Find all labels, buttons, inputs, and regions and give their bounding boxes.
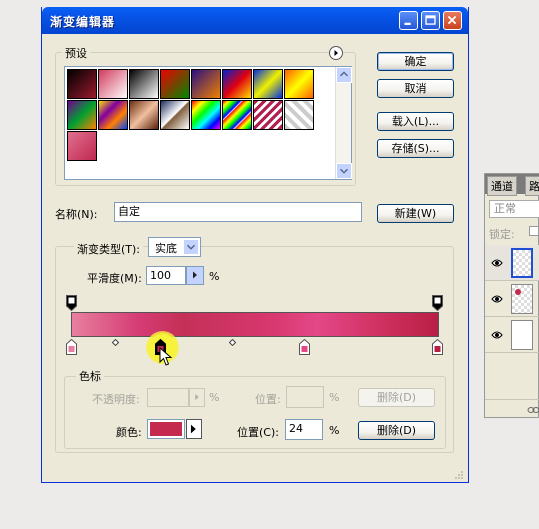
color-position-label: 位置(C):: [237, 426, 279, 439]
layer-thumbnail: [511, 320, 533, 350]
smoothness-slider-button[interactable]: [186, 266, 204, 285]
layers-panel: 通道 路 正常 锁定:: [484, 173, 539, 418]
opacity-position-label: 位置:: [255, 393, 281, 406]
arrow-right-icon: [193, 271, 197, 279]
preset-swatch-spectrum[interactable]: [191, 100, 221, 130]
title-bar[interactable]: 渐变编辑器: [42, 7, 468, 34]
maximize-icon: [425, 15, 436, 25]
layer-row-3[interactable]: [485, 317, 539, 353]
opacity-input[interactable]: [147, 388, 189, 407]
scroll-up-button[interactable]: [336, 67, 352, 83]
name-field[interactable]: 自定: [114, 202, 362, 222]
preset-swatch-transparent-rainbow[interactable]: [222, 100, 252, 130]
presets-label: 预设: [62, 45, 90, 61]
mouse-cursor-icon: [159, 347, 173, 366]
opacity-percent: %: [209, 391, 220, 404]
color-position-input[interactable]: 24: [285, 419, 323, 440]
layer-row-1[interactable]: [485, 245, 539, 281]
preset-swatch-red-green[interactable]: [160, 69, 190, 99]
color-stop-4[interactable]: [432, 339, 443, 355]
arrow-right-icon: [190, 424, 196, 434]
preset-swatch-neutral-density[interactable]: [284, 100, 314, 130]
ok-button[interactable]: 确定: [377, 52, 454, 71]
close-icon: [447, 15, 457, 25]
dropdown-button[interactable]: [183, 239, 199, 255]
preset-swatch-violet-orange[interactable]: [191, 69, 221, 99]
eye-icon[interactable]: [491, 258, 503, 268]
opacity-slider-button[interactable]: [189, 388, 205, 407]
presets-menu-button[interactable]: [329, 46, 343, 60]
preset-swatch-transparent-stripes[interactable]: [253, 100, 283, 130]
preset-swatches: [64, 66, 352, 180]
gradient-type-value: 实底: [155, 242, 177, 255]
preset-swatch-orange-yellow-orange[interactable]: [284, 69, 314, 99]
save-button[interactable]: 存储(S)...: [377, 139, 454, 158]
color-midpoint-2[interactable]: [229, 339, 236, 346]
scroll-down-button[interactable]: [336, 163, 352, 179]
new-button[interactable]: 新建(W): [377, 204, 454, 223]
preset-swatch-chrome[interactable]: [160, 100, 190, 130]
eye-icon[interactable]: [491, 330, 503, 340]
close-button[interactable]: [443, 11, 462, 30]
color-label: 颜色:: [116, 426, 142, 439]
layer-thumb-dot: [515, 289, 521, 295]
opacity-position-percent: %: [329, 391, 340, 404]
blend-mode-select[interactable]: 正常: [489, 200, 539, 218]
tab-paths[interactable]: 路: [525, 176, 539, 196]
minimize-button[interactable]: [399, 11, 418, 30]
chevron-up-icon: [340, 71, 348, 77]
gradient-bar[interactable]: [71, 312, 439, 337]
eye-icon[interactable]: [491, 294, 503, 304]
lock-label: 锁定:: [489, 228, 515, 241]
link-icon[interactable]: [527, 405, 539, 415]
load-button[interactable]: 载入(L)...: [377, 112, 454, 131]
presets-scrollbar[interactable]: [335, 67, 352, 179]
layer-thumbnail: [511, 248, 533, 278]
delete-color-stop-button[interactable]: 删除(D): [358, 421, 435, 440]
chevron-down-icon: [187, 244, 195, 250]
preset-swatch-fg-transparent[interactable]: [98, 69, 128, 99]
color-swatch[interactable]: [147, 419, 185, 439]
gradient-type-select[interactable]: 实底: [148, 237, 201, 257]
layer-thumbnail: [511, 284, 533, 314]
gradient-type-label: 渐变类型(T):: [74, 241, 144, 257]
color-stop-1[interactable]: [66, 339, 77, 355]
color-position-percent: %: [329, 424, 340, 437]
color-stop-label: 色标: [76, 368, 104, 384]
preset-swatch-custom-pink[interactable]: [67, 131, 97, 161]
color-midpoint-1[interactable]: [112, 339, 119, 346]
name-label: 名称(N):: [55, 208, 98, 221]
preset-swatch-black-white[interactable]: [129, 69, 159, 99]
opacity-stop-left[interactable]: [66, 295, 77, 311]
resize-grip-icon[interactable]: [452, 468, 464, 480]
smoothness-input[interactable]: 100: [146, 266, 186, 285]
opacity-label: 不透明度:: [92, 393, 140, 406]
arrow-right-icon: [334, 50, 338, 56]
maximize-button[interactable]: [421, 11, 440, 30]
opacity-position-input[interactable]: [286, 386, 324, 408]
window-title: 渐变编辑器: [50, 15, 116, 29]
panel-tabs: 通道 路: [485, 174, 539, 196]
lock-transparency-checkbox[interactable]: [529, 226, 539, 236]
preset-swatch-yellow-violet-orange-blue[interactable]: [98, 100, 128, 130]
opacity-stop-right[interactable]: [432, 295, 443, 311]
chevron-down-icon: [340, 168, 348, 174]
preset-swatch-blue-red-yellow[interactable]: [222, 69, 252, 99]
minimize-icon: [404, 22, 411, 25]
preset-swatch-copper[interactable]: [129, 100, 159, 130]
tab-channels[interactable]: 通道: [487, 176, 517, 196]
smoothness-label: 平滑度(M):: [87, 272, 142, 285]
delete-opacity-stop-button[interactable]: 删除(D): [358, 388, 435, 407]
cancel-button[interactable]: 取消: [377, 79, 454, 98]
smoothness-percent: %: [209, 270, 220, 283]
color-stop-3[interactable]: [299, 339, 310, 355]
arrow-right-icon: [195, 393, 199, 401]
color-menu-button[interactable]: [186, 419, 202, 439]
preset-swatch-violet-green-orange[interactable]: [67, 100, 97, 130]
color-swatch-fill: [150, 422, 182, 436]
preset-swatch-foreground-background[interactable]: [67, 69, 97, 99]
panel-footer: [485, 399, 539, 419]
preset-swatch-blue-yellow-blue[interactable]: [253, 69, 283, 99]
layer-row-2[interactable]: [485, 281, 539, 317]
